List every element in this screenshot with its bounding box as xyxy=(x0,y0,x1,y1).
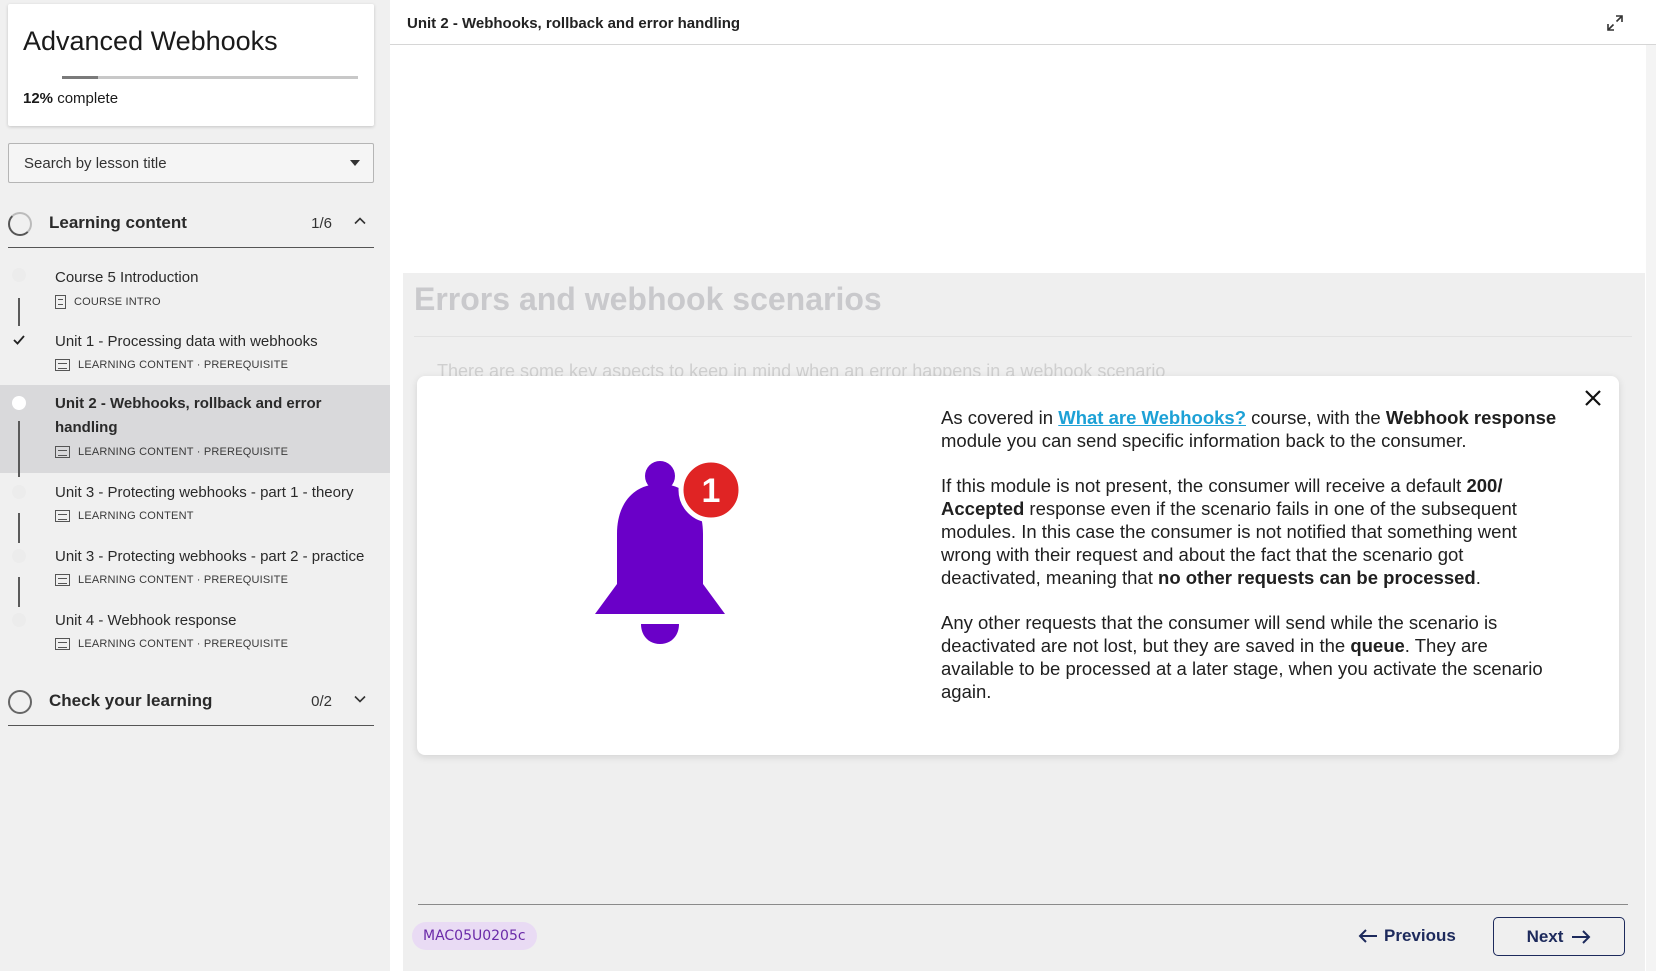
text-run: If this module is not present, the consu… xyxy=(941,475,1467,496)
progress-fill xyxy=(62,76,98,79)
slides-icon xyxy=(55,638,70,650)
unit-title: Unit 2 - Webhooks, rollback and error ha… xyxy=(407,15,741,32)
section-check-your-learning[interactable]: Check your learning 0/2 xyxy=(8,678,374,726)
text-bold: Webhook response xyxy=(1385,407,1557,428)
lesson-title: Unit 1 - Processing data with webhooks xyxy=(55,333,318,350)
close-icon[interactable] xyxy=(1583,388,1603,408)
lesson-title: Course 5 Introduction xyxy=(55,269,199,286)
text-bold: no other requests can be processed xyxy=(1158,567,1476,588)
lesson-code-badge: MAC05U0205c xyxy=(412,922,537,950)
lesson-heading: Errors and webhook scenarios xyxy=(414,281,882,317)
text-run: As covered in xyxy=(941,407,1059,428)
lesson-meta-text: LEARNING CONTENT · PREREQUISITE xyxy=(78,574,289,586)
text-run: module you can send specific information… xyxy=(941,430,1467,451)
slides-icon xyxy=(55,446,70,458)
lesson-title: Unit 4 - Webhook response xyxy=(55,612,237,629)
footer-divider xyxy=(418,904,1628,905)
progress-bar xyxy=(62,76,358,79)
next-label: Next xyxy=(1526,926,1564,946)
timeline-line xyxy=(18,421,20,477)
paragraph: As covered in What are Webhooks? course,… xyxy=(941,406,1561,452)
progress-text: 12% complete xyxy=(23,90,118,107)
lesson-title: Unit 3 - Protecting webhooks - part 1 - … xyxy=(55,484,354,501)
lesson-item[interactable]: Course 5 Introduction COURSE INTRO xyxy=(0,258,390,326)
paragraph: Any other requests that the consumer wil… xyxy=(941,611,1561,703)
modal-text: As covered in What are Webhooks? course,… xyxy=(941,406,1561,725)
section-count: 1/6 xyxy=(311,215,332,232)
chevron-down-icon[interactable] xyxy=(354,693,366,705)
status-dot xyxy=(12,549,26,563)
notification-bell-icon: 1 xyxy=(595,457,744,644)
status-dot xyxy=(12,396,26,410)
lesson-meta-text: LEARNING CONTENT · PREREQUISITE xyxy=(78,638,289,650)
status-dot xyxy=(12,613,26,627)
lesson-content: Errors and webhook scenarios There are s… xyxy=(403,273,1645,971)
lesson-item[interactable]: Unit 3 - Protecting webhooks - part 2 - … xyxy=(0,537,390,607)
lesson-meta-text: COURSE INTRO xyxy=(74,296,161,308)
text-run: course, with the xyxy=(1246,407,1386,428)
info-modal: 1 As covered in What are Webhooks? cours… xyxy=(417,376,1619,755)
next-button[interactable]: Next xyxy=(1493,917,1625,956)
document-icon xyxy=(55,295,66,309)
course-card: Advanced Webhooks 12% complete xyxy=(8,4,374,126)
scrollbar[interactable] xyxy=(1646,45,1656,971)
lesson-title: Unit 2 - Webhooks, rollback and error ha… xyxy=(55,395,322,436)
lesson-meta: LEARNING CONTENT · PREREQUISITE xyxy=(55,359,288,371)
paragraph: If this module is not present, the consu… xyxy=(941,474,1561,589)
lesson-meta: LEARNING CONTENT xyxy=(55,510,194,522)
text-bold: queue xyxy=(1350,635,1405,656)
lesson-meta: LEARNING CONTENT · PREREQUISITE xyxy=(55,638,288,650)
section-label: Learning content xyxy=(49,213,187,232)
lesson-title: Unit 3 - Protecting webhooks - part 2 - … xyxy=(55,548,365,565)
arrow-right-icon xyxy=(1572,929,1591,944)
status-dot xyxy=(12,268,26,282)
main-panel: Unit 2 - Webhooks, rollback and error ha… xyxy=(390,0,1656,971)
expand-icon[interactable] xyxy=(1606,14,1624,32)
arrow-left-icon xyxy=(1358,929,1377,943)
sidebar: Advanced Webhooks 12% complete Search by… xyxy=(0,0,390,971)
lesson-item[interactable]: Unit 3 - Protecting webhooks - part 1 - … xyxy=(0,473,390,543)
section-count: 0/2 xyxy=(311,693,332,710)
lesson-meta-text: LEARNING CONTENT · PREREQUISITE xyxy=(78,359,289,371)
divider xyxy=(414,336,1632,337)
lesson-item[interactable]: Unit 1 - Processing data with webhooks L… xyxy=(0,322,390,384)
lesson-meta-text: LEARNING CONTENT xyxy=(78,510,194,522)
progress-ring-icon xyxy=(8,690,32,714)
previous-button[interactable]: Previous xyxy=(1358,918,1456,954)
checkmark-icon xyxy=(13,335,25,345)
slides-icon xyxy=(55,359,70,371)
notification-count: 1 xyxy=(702,472,721,510)
status-dot xyxy=(12,485,26,499)
section-label: Check your learning xyxy=(49,691,213,710)
course-title: Advanced Webhooks xyxy=(23,26,278,56)
progress-percent: 12% xyxy=(23,90,54,107)
section-learning-content[interactable]: Learning content 1/6 xyxy=(8,200,374,248)
text-run: . xyxy=(1475,567,1481,588)
caret-down-icon xyxy=(350,160,360,166)
lesson-meta: COURSE INTRO xyxy=(55,295,161,309)
chevron-up-icon[interactable] xyxy=(354,215,366,227)
lesson-item-current[interactable]: Unit 2 - Webhooks, rollback and error ha… xyxy=(0,385,390,477)
lesson-meta: LEARNING CONTENT · PREREQUISITE xyxy=(55,574,288,586)
course-link[interactable]: What are Webhooks? xyxy=(1058,407,1246,428)
top-bar: Unit 2 - Webhooks, rollback and error ha… xyxy=(390,0,1656,45)
lesson-meta: LEARNING CONTENT · PREREQUISITE xyxy=(55,446,288,458)
lesson-meta-text: LEARNING CONTENT · PREREQUISITE xyxy=(78,446,289,458)
lesson-item[interactable]: Unit 4 - Webhook response LEARNING CONTE… xyxy=(0,601,390,665)
previous-label: Previous xyxy=(1384,926,1456,945)
slides-icon xyxy=(55,574,70,586)
lesson-search-placeholder: Search by lesson title xyxy=(24,155,167,172)
slides-icon xyxy=(55,510,70,522)
lesson-search-select[interactable]: Search by lesson title xyxy=(8,143,374,183)
lesson-intro-text: There are some key aspects to keep in mi… xyxy=(437,361,1166,377)
progress-suffix: complete xyxy=(57,90,119,107)
progress-ring-icon xyxy=(8,212,32,236)
